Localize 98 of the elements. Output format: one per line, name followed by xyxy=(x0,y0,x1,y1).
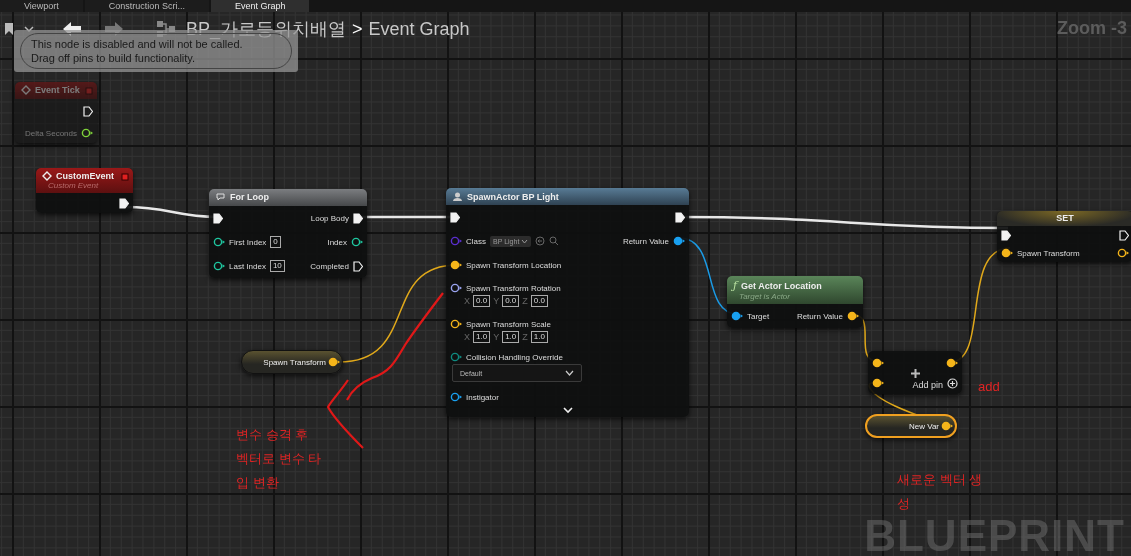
exec-pin[interactable] xyxy=(119,197,129,209)
caret-icon xyxy=(521,238,529,244)
editor-tab[interactable]: Event Graph xyxy=(210,0,310,12)
actor-icon xyxy=(452,191,463,202)
data-pin[interactable] xyxy=(450,260,462,270)
data-pin[interactable] xyxy=(450,392,462,402)
annotation-text: 변수 승격 후 벡터로 변수 타 입 변환 xyxy=(236,426,322,492)
data-pin[interactable] xyxy=(673,236,685,246)
graph-node[interactable]: Add pin xyxy=(868,351,962,394)
pin-label: Spawn Transform Scale xyxy=(466,319,551,329)
value-field[interactable]: 0.0 xyxy=(530,295,548,307)
annotation-text: 새로운 벡터 생 성 xyxy=(897,471,983,513)
data-pin[interactable] xyxy=(872,378,884,388)
graph-node[interactable] xyxy=(446,188,689,417)
axis-label: X xyxy=(464,332,470,342)
graph-node[interactable]: CustomEvent Custom Event xyxy=(36,168,133,213)
graph-name[interactable]: Event Graph xyxy=(368,18,470,40)
caret-icon[interactable] xyxy=(24,25,34,33)
pin-label: Target xyxy=(747,311,770,321)
pin-label: First Index xyxy=(229,237,267,247)
exec-pin[interactable] xyxy=(1001,229,1011,241)
pin-label: Loop Body xyxy=(310,213,349,223)
pin-label: Collision Handling Override xyxy=(466,352,563,362)
node-subtitle: Custom Event xyxy=(47,181,100,190)
delegate-pin-icon[interactable] xyxy=(121,173,129,181)
value-field[interactable]: 10 xyxy=(269,260,285,272)
event-icon xyxy=(42,171,52,181)
node-subtitle: Target is Actor xyxy=(738,292,791,301)
function-icon: ƒ xyxy=(733,279,738,292)
caret-icon xyxy=(565,370,574,376)
axis-label: Y xyxy=(493,332,500,342)
variable-name: Spawn Transform xyxy=(263,357,326,367)
node-title: Event Tick xyxy=(35,85,80,95)
data-pin[interactable] xyxy=(847,311,859,321)
value-field[interactable]: 0.0 xyxy=(473,295,491,307)
data-pin[interactable] xyxy=(213,261,225,271)
add-icon[interactable] xyxy=(947,377,958,389)
data-pin[interactable] xyxy=(450,352,462,362)
pin-label: Completed xyxy=(310,261,349,271)
value-field[interactable]: 1.0 xyxy=(473,331,491,343)
pin-label: Return Value xyxy=(796,311,843,321)
breadcrumb-separator: > xyxy=(352,18,363,40)
data-pin[interactable] xyxy=(213,237,225,247)
node-title: CustomEvent xyxy=(56,171,114,181)
variable-node[interactable]: New Var xyxy=(865,414,957,438)
data-pin[interactable] xyxy=(1117,248,1129,258)
add-pin-label[interactable]: Add pin xyxy=(912,380,943,390)
loop-icon xyxy=(215,192,226,202)
pin-label: Spawn Transform Rotation xyxy=(466,283,561,293)
graph-node[interactable]: For Loop Loop Body First Index 0 Index Last Index 10 Completed xyxy=(209,189,367,278)
pin-label: Class xyxy=(466,236,486,246)
graph-node[interactable]: SET Spawn Transform xyxy=(997,211,1131,262)
node-title: For Loop xyxy=(230,192,269,202)
editor-tab[interactable]: Viewport xyxy=(0,0,83,12)
value-field[interactable]: 1.0 xyxy=(530,331,548,343)
pin-label: Spawn Transform xyxy=(1017,248,1080,258)
value-field[interactable]: 0 xyxy=(270,236,281,248)
variable-node[interactable]: Spawn Transform xyxy=(241,350,343,374)
pin-label: Instigator xyxy=(466,392,499,402)
data-pin[interactable] xyxy=(328,357,340,367)
event-icon xyxy=(21,85,31,95)
data-pin[interactable] xyxy=(872,358,884,368)
chevron-down-icon[interactable] xyxy=(562,407,573,414)
pin-label: Index xyxy=(327,237,347,247)
axis-label: Z xyxy=(522,332,528,342)
data-pin[interactable] xyxy=(941,421,953,431)
bookmark-icon[interactable] xyxy=(4,22,14,36)
node-title: SpawnActor BP Light xyxy=(467,191,559,202)
exec-pin[interactable] xyxy=(353,260,363,272)
exec-pin[interactable] xyxy=(1119,229,1129,241)
exec-pin[interactable] xyxy=(213,212,223,224)
reset-icon[interactable] xyxy=(535,236,546,246)
node-title: Get Actor Location xyxy=(741,280,822,291)
node-title: SET xyxy=(1056,213,1074,223)
exec-pin[interactable] xyxy=(675,211,685,223)
data-pin[interactable] xyxy=(1001,248,1013,258)
exec-pin[interactable] xyxy=(353,212,363,224)
axis-label: Y xyxy=(493,296,500,306)
variable-name: New Var xyxy=(908,421,939,431)
annotation-text: add xyxy=(978,378,1000,396)
graph-node[interactable]: ƒ Get Actor Location Target is Actor Target Return Value xyxy=(727,276,863,328)
data-pin[interactable] xyxy=(450,319,462,329)
plus-icon xyxy=(910,368,921,379)
search-icon[interactable] xyxy=(549,236,560,246)
data-pin[interactable] xyxy=(351,237,363,247)
axis-label: X xyxy=(464,296,470,306)
data-pin[interactable] xyxy=(731,311,743,321)
value-field[interactable]: 1.0 xyxy=(502,331,520,343)
editor-tab[interactable]: Construction Scri... xyxy=(84,0,209,12)
pin-label: Delta Seconds xyxy=(24,128,77,138)
exec-pin[interactable] xyxy=(450,211,460,223)
data-pin[interactable] xyxy=(946,358,958,368)
data-pin[interactable] xyxy=(450,283,462,293)
pin-label: Return Value xyxy=(622,236,669,246)
axis-label: Z xyxy=(522,296,528,306)
value-field[interactable]: 0.0 xyxy=(502,295,520,307)
pin-label: Spawn Transform Location xyxy=(466,260,562,270)
pin-label: Last Index xyxy=(229,261,266,271)
